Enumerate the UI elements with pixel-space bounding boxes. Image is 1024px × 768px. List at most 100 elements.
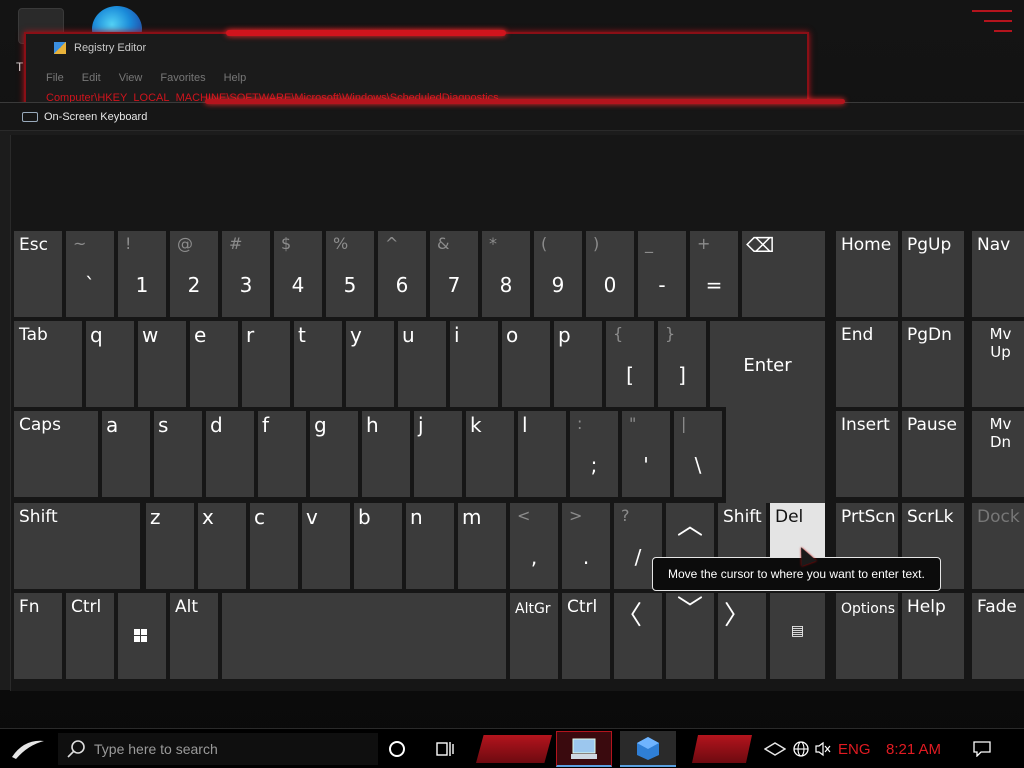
key-help[interactable]: Help — [902, 593, 964, 679]
key-h[interactable]: h — [362, 411, 410, 497]
tray-network[interactable] — [792, 733, 812, 765]
key-arrow-down[interactable]: ﹀ — [666, 593, 714, 679]
key-w[interactable]: w — [138, 321, 186, 407]
key-arrow-right[interactable]: 〉 — [718, 593, 766, 679]
key-f[interactable]: f — [258, 411, 306, 497]
key-x[interactable]: x — [198, 503, 246, 589]
cortana-button[interactable] — [378, 733, 416, 765]
key-enter-extension[interactable] — [726, 403, 825, 503]
key-g[interactable]: g — [310, 411, 358, 497]
key-dock[interactable]: Dock — [972, 503, 1024, 589]
task-view-button[interactable] — [426, 733, 464, 765]
key-backspace[interactable]: ⌫ — [742, 231, 825, 317]
key-z[interactable]: z — [146, 503, 194, 589]
key-move-down[interactable]: Mv Dn — [972, 411, 1024, 497]
tray-rog-icon[interactable] — [764, 733, 790, 765]
key-5[interactable]: % 5 — [326, 231, 374, 317]
key-backtick[interactable]: ~ ` — [66, 231, 114, 317]
key-pgdn[interactable]: PgDn — [902, 321, 964, 407]
key-l[interactable]: l — [518, 411, 566, 497]
key-ctrl-right[interactable]: Ctrl — [562, 593, 610, 679]
key-pause[interactable]: Pause — [902, 411, 964, 497]
key-arrow-left[interactable]: 〈 — [614, 593, 662, 679]
key-altgr[interactable]: AltGr — [510, 593, 558, 679]
key-r[interactable]: r — [242, 321, 290, 407]
key-t[interactable]: t — [294, 321, 342, 407]
key-c[interactable]: c — [250, 503, 298, 589]
key-semicolon[interactable]: :; — [570, 411, 618, 497]
taskbar-app-regedit[interactable] — [620, 731, 676, 767]
tray-language[interactable]: ENG — [838, 733, 871, 765]
key-6[interactable]: ^ 6 — [378, 231, 426, 317]
taskbar-app-osk[interactable] — [556, 731, 612, 767]
key-d[interactable]: d — [206, 411, 254, 497]
key-space[interactable] — [222, 593, 506, 679]
key-fade[interactable]: Fade — [972, 593, 1024, 679]
key-a[interactable]: a — [102, 411, 150, 497]
osk-titlebar[interactable]: On-Screen Keyboard — [0, 103, 1024, 131]
key-fn[interactable]: Fn — [14, 593, 62, 679]
key-period[interactable]: >. — [562, 503, 610, 589]
menu-favorites[interactable]: Favorites — [160, 72, 205, 84]
key-s[interactable]: s — [154, 411, 202, 497]
key-open-bracket[interactable]: {[ — [606, 321, 654, 407]
key-windows[interactable] — [118, 593, 166, 679]
search-box[interactable] — [58, 733, 378, 765]
key-enter[interactable]: Enter — [710, 321, 825, 407]
key-e[interactable]: e — [190, 321, 238, 407]
key-i[interactable]: i — [450, 321, 498, 407]
key-alt-left[interactable]: Alt — [170, 593, 218, 679]
key-insert[interactable]: Insert — [836, 411, 898, 497]
key-b[interactable]: b — [354, 503, 402, 589]
key-7[interactable]: & 7 — [430, 231, 478, 317]
key-y[interactable]: y — [346, 321, 394, 407]
key-pgup[interactable]: PgUp — [902, 231, 964, 317]
tray-clock[interactable]: 8:21 AM — [886, 733, 941, 765]
key-options[interactable]: Options — [836, 593, 898, 679]
key-move-up[interactable]: Mv Up — [972, 321, 1024, 407]
key-shift-left[interactable]: Shift — [14, 503, 140, 589]
registry-editor-titlebar[interactable]: Registry Editor — [26, 34, 807, 62]
tray-volume[interactable] — [814, 733, 834, 765]
search-input[interactable] — [94, 741, 354, 757]
key-n[interactable]: n — [406, 503, 454, 589]
menu-help[interactable]: Help — [224, 72, 247, 84]
key-k[interactable]: k — [466, 411, 514, 497]
key-comma[interactable]: <, — [510, 503, 558, 589]
key-q[interactable]: q — [86, 321, 134, 407]
key-nav[interactable]: Nav — [972, 231, 1024, 317]
menu-view[interactable]: View — [119, 72, 143, 84]
key-u[interactable]: u — [398, 321, 446, 407]
key-minus[interactable]: _ - — [638, 231, 686, 317]
key-tab[interactable]: Tab — [14, 321, 82, 407]
key-9[interactable]: (9 — [534, 231, 582, 317]
action-center-button[interactable] — [966, 733, 998, 765]
key-4[interactable]: $4 — [274, 231, 322, 317]
key-1[interactable]: ! 1 — [118, 231, 166, 317]
registry-editor-window[interactable]: Registry Editor File Edit View Favorites… — [24, 30, 809, 108]
key-close-bracket[interactable]: }] — [658, 321, 706, 407]
key-equals[interactable]: + = — [690, 231, 738, 317]
menu-edit[interactable]: Edit — [82, 72, 101, 84]
key-3[interactable]: #3 — [222, 231, 270, 317]
key-2[interactable]: @2 — [170, 231, 218, 317]
key-backslash[interactable]: | \ — [674, 411, 722, 497]
key-home[interactable]: Home — [836, 231, 898, 317]
menu-file[interactable]: File — [46, 72, 64, 84]
key-quote[interactable]: " ' — [622, 411, 670, 497]
key-esc[interactable]: Esc — [14, 231, 62, 317]
key-o[interactable]: o — [502, 321, 550, 407]
key-m[interactable]: m — [458, 503, 506, 589]
key-caps-lock[interactable]: Caps — [14, 411, 98, 497]
key-v[interactable]: v — [302, 503, 350, 589]
key-p[interactable]: p — [554, 321, 602, 407]
on-screen-keyboard-window[interactable]: On-Screen Keyboard Esc ~ ` ! 1 @2 #3 $4 % 5… — [0, 99, 1024, 691]
key-label: u — [402, 323, 415, 347]
key-j[interactable]: j — [414, 411, 462, 497]
key-ctrl-left[interactable]: Ctrl — [66, 593, 114, 679]
key-end[interactable]: End — [836, 321, 898, 407]
key-0[interactable]: ) 0 — [586, 231, 634, 317]
key-8[interactable]: * 8 — [482, 231, 530, 317]
start-button[interactable] — [6, 733, 50, 765]
key-context-menu[interactable]: ▤ — [770, 593, 825, 679]
